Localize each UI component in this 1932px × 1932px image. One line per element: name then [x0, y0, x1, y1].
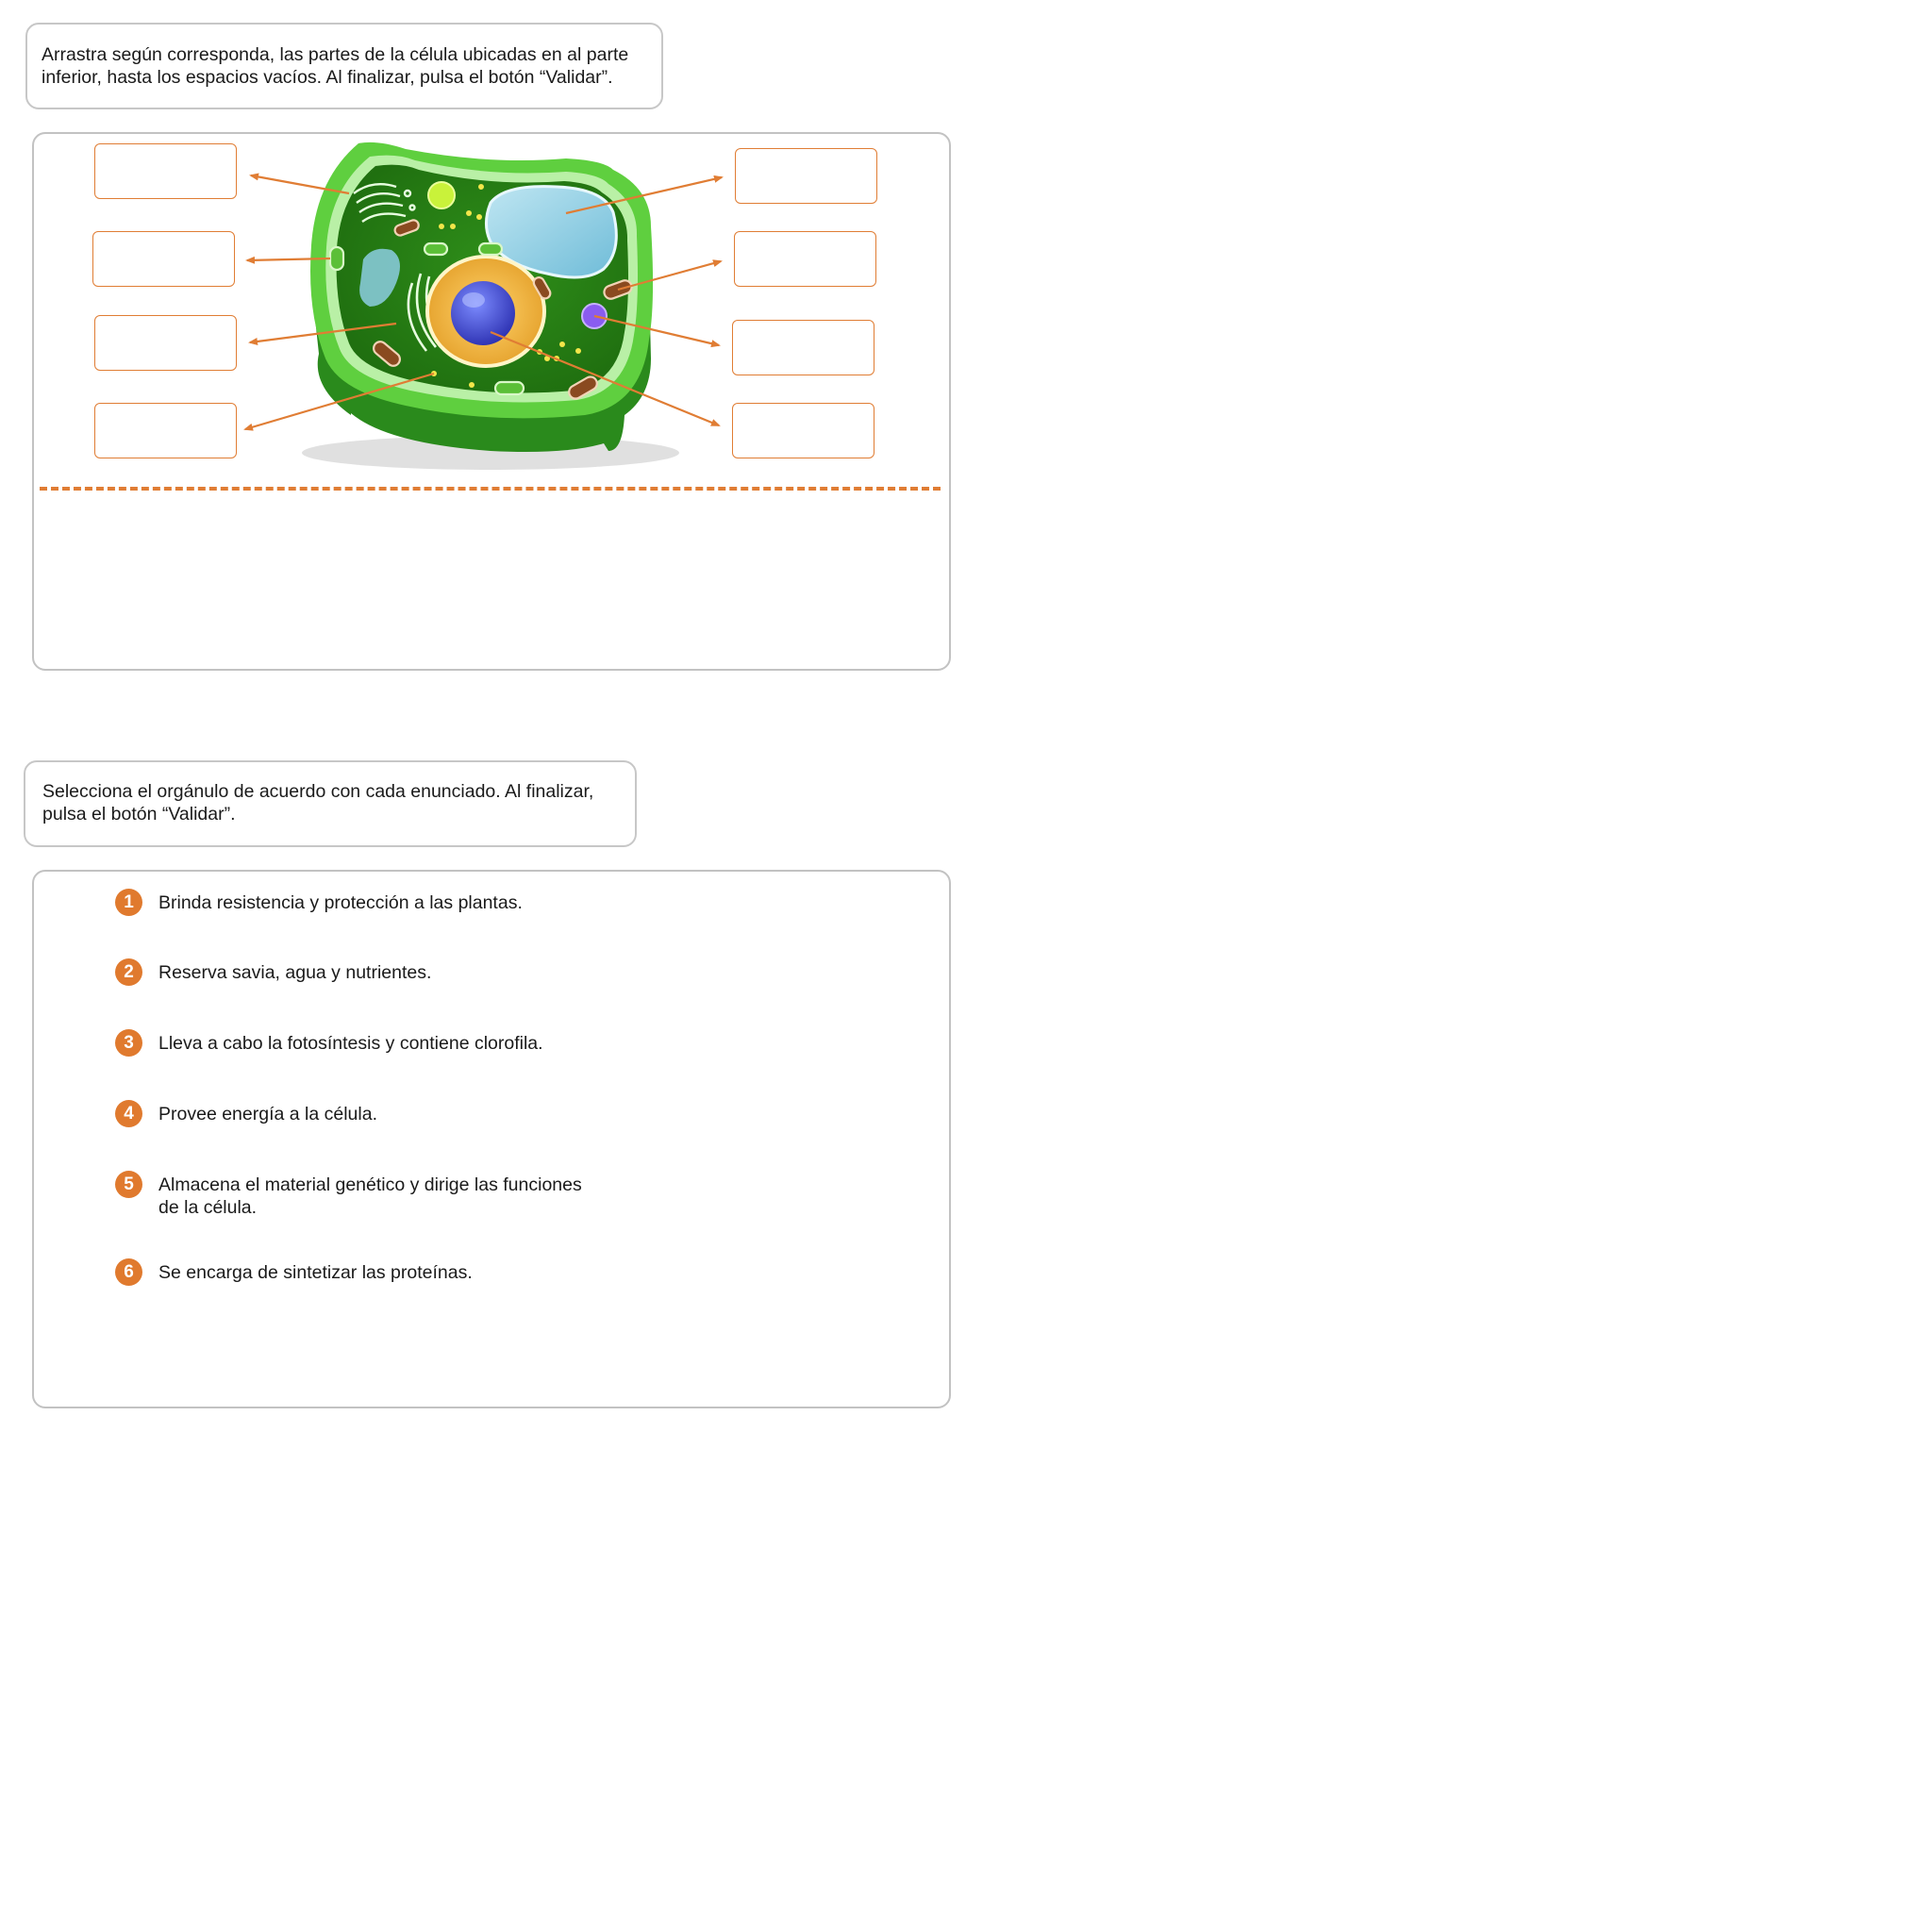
peroxisome [427, 181, 456, 209]
statement-line1: Reserva savia, agua y nutrientes. [158, 962, 432, 983]
statement-text: Brinda resistencia y protección a las pl… [158, 891, 523, 914]
statement-text: Almacena el material genético y dirige l… [158, 1174, 582, 1219]
number-badge: 2 [115, 958, 142, 986]
number-badge: 5 [115, 1171, 142, 1198]
number-badge: 4 [115, 1100, 142, 1127]
number-badge: 3 [115, 1029, 142, 1057]
select-instruction-line1: Selecciona el orgánulo de acuerdo con ca… [42, 781, 594, 802]
drop-zone-left-3[interactable] [94, 315, 237, 371]
drop-zone-right-2[interactable] [734, 231, 876, 287]
drop-zone-left-1[interactable] [94, 143, 237, 199]
drop-zone-right-1[interactable] [735, 148, 877, 204]
drop-zone-left-2[interactable] [92, 231, 235, 287]
statement-line1: Provee energía a la célula. [158, 1104, 377, 1124]
drop-zone-right-3[interactable] [732, 320, 874, 375]
statement-line1: Almacena el material genético y dirige l… [158, 1174, 582, 1195]
select-instruction-box: Selecciona el orgánulo de acuerdo con ca… [24, 760, 637, 847]
number-badge: 6 [115, 1258, 142, 1286]
nucleus-highlight [462, 292, 485, 308]
statement-text: Provee energía a la célula. [158, 1103, 377, 1125]
select-instruction-line2: pulsa el botón “Validar”. [42, 804, 236, 824]
nucleus [451, 281, 515, 345]
statement-line2: de la célula. [158, 1197, 258, 1218]
statement-line1: Lleva a cabo la fotosíntesis y contiene … [158, 1033, 543, 1054]
drag-area-divider [40, 487, 941, 491]
statement-line1: Se encarga de sintetizar las proteínas. [158, 1262, 473, 1283]
statements-panel: 1 Brinda resistencia y protección a las … [32, 870, 951, 1408]
drop-zone-right-4[interactable] [732, 403, 874, 458]
statement-text: Se encarga de sintetizar las proteínas. [158, 1261, 473, 1284]
statement-text: Lleva a cabo la fotosíntesis y contiene … [158, 1032, 543, 1055]
number-badge: 1 [115, 889, 142, 916]
statement-line1: Brinda resistencia y protección a las pl… [158, 892, 523, 913]
drop-zone-left-4[interactable] [94, 403, 237, 458]
statement-text: Reserva savia, agua y nutrientes. [158, 961, 431, 984]
